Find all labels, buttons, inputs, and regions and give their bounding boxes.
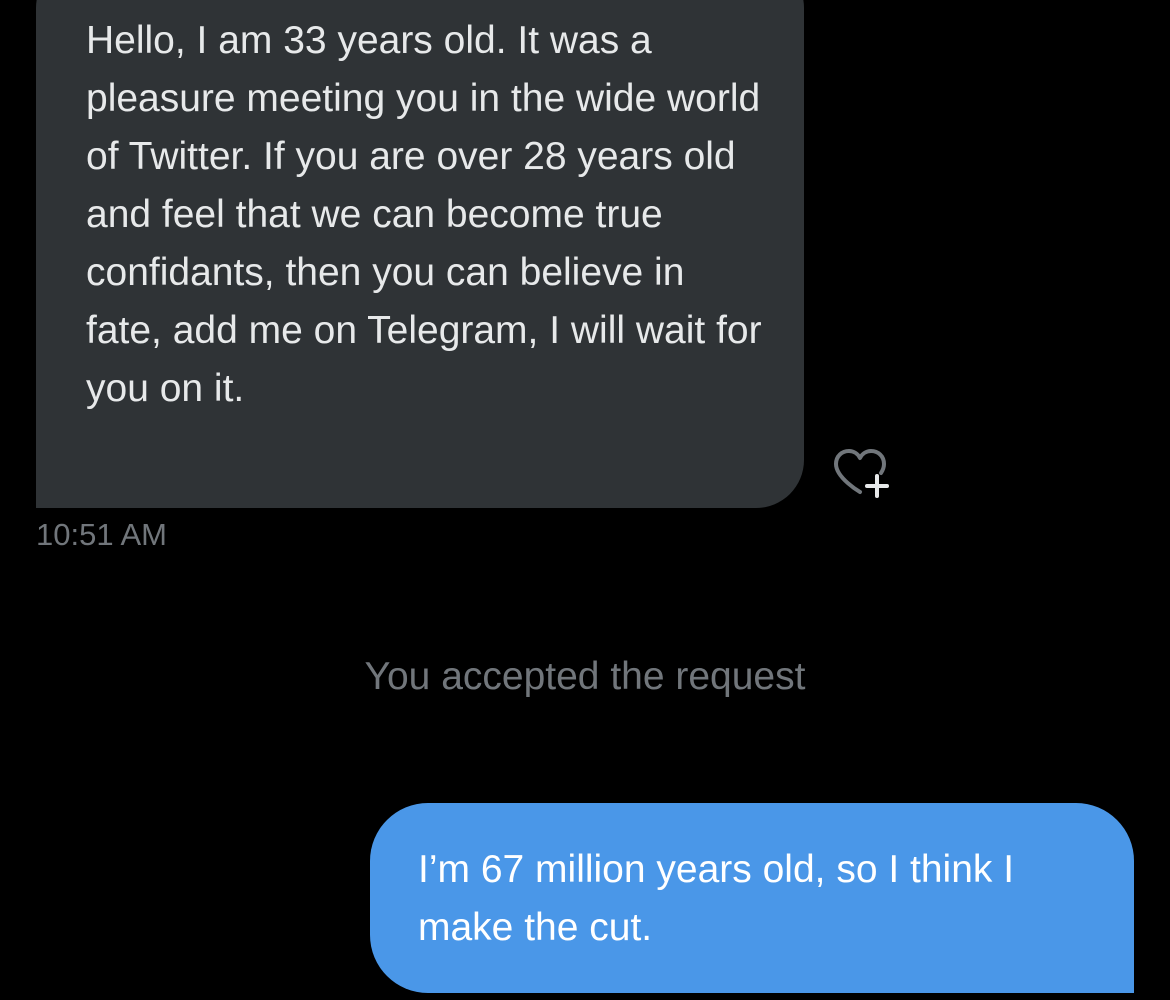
request-accepted-notice: You accepted the request xyxy=(364,655,806,698)
heart-plus-icon xyxy=(834,449,889,498)
outgoing-message-bubble[interactable]: I’m 67 million years old, so I think I m… xyxy=(370,803,1134,993)
incoming-message-text: Hello, I am 33 years old. It was a pleas… xyxy=(86,19,762,410)
incoming-message-bubble[interactable]: Hello, I am 33 years old. It was a pleas… xyxy=(36,0,804,508)
message-timestamp: 10:51 AM xyxy=(36,517,167,552)
outgoing-message-text: I’m 67 million years old, so I think I m… xyxy=(418,848,1015,949)
add-reaction-button[interactable] xyxy=(830,446,900,502)
dm-conversation-view: Hello, I am 33 years old. It was a pleas… xyxy=(0,0,1170,1000)
